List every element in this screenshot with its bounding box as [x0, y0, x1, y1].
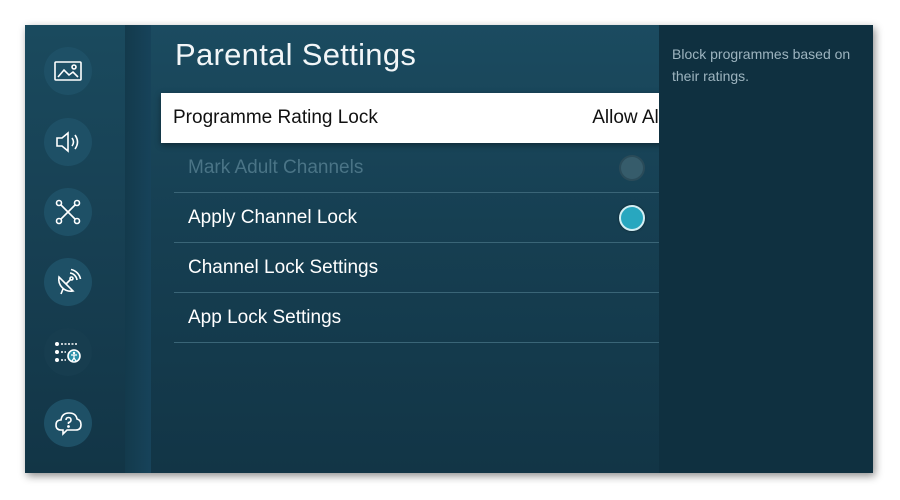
menu-item-label: Apply Channel Lock — [188, 206, 357, 228]
toggle-on-indicator[interactable] — [619, 204, 645, 231]
mark-adult-channels-item[interactable]: Mark Adult Channels — [174, 143, 661, 193]
help-description: Block programmes based on their ratings. — [672, 46, 851, 84]
channel-lock-settings-item[interactable]: Channel Lock Settings — [174, 243, 661, 293]
toggle-off-indicator[interactable] — [619, 154, 645, 181]
broadcasting-icon[interactable] — [44, 258, 92, 306]
menu-item-label: App Lock Settings — [188, 306, 342, 328]
settings-category-rail — [25, 25, 125, 473]
settings-menu-list: Programme Rating Lock Allow All Mark Adu… — [151, 93, 677, 343]
connection-icon[interactable] — [44, 188, 92, 236]
apply-channel-lock-item[interactable]: Apply Channel Lock — [174, 193, 661, 243]
sound-icon[interactable] — [44, 118, 92, 166]
menu-item-value: Allow All — [592, 107, 663, 128]
programme-rating-lock-item[interactable]: Programme Rating Lock Allow All — [161, 93, 675, 143]
menu-item-label: Programme Rating Lock — [173, 107, 378, 128]
menu-item-label: Mark Adult Channels — [188, 156, 364, 178]
tv-settings-screen: Parental Settings Programme Rating Lock … — [25, 25, 873, 473]
general-settings-icon[interactable] — [44, 328, 92, 376]
parental-settings-panel: Parental Settings Programme Rating Lock … — [151, 25, 675, 473]
rail-divider — [125, 25, 151, 473]
page-title: Parental Settings — [175, 37, 417, 72]
app-lock-settings-item[interactable]: App Lock Settings — [174, 293, 661, 343]
menu-item-label: Channel Lock Settings — [188, 256, 379, 278]
support-icon[interactable] — [44, 399, 92, 447]
picture-icon[interactable] — [44, 47, 92, 95]
description-panel: Block programmes based on their ratings. — [659, 25, 873, 473]
